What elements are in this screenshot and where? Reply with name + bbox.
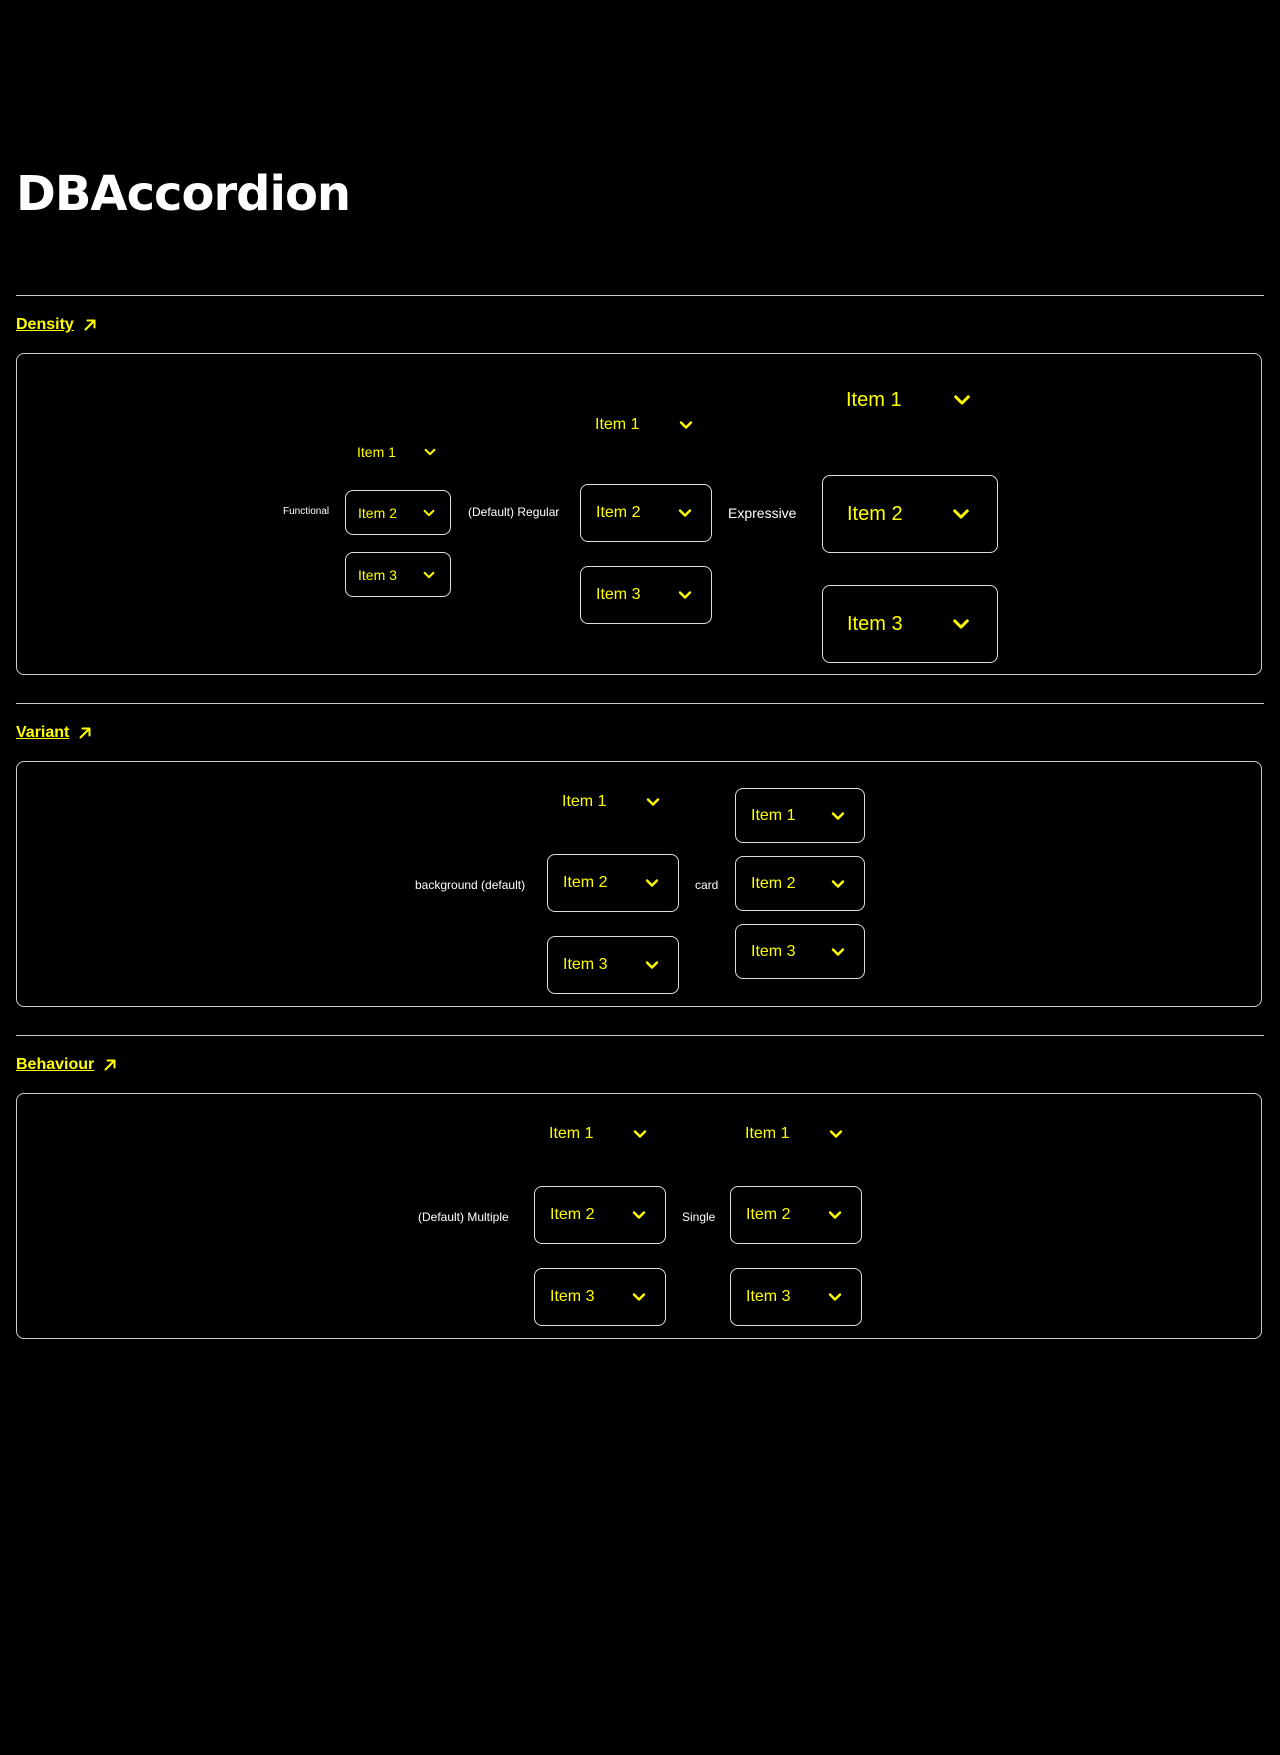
accordion-item[interactable]: Item 1 <box>547 777 679 827</box>
accordion-item-title: Item 3 <box>847 612 903 635</box>
section-divider <box>16 703 1264 704</box>
section-divider <box>16 1035 1264 1036</box>
accordion-item-title: Item 2 <box>746 1206 791 1223</box>
accordion-item[interactable]: Item 1 <box>822 370 998 430</box>
accordion-item-title: Item 1 <box>549 1125 594 1142</box>
section-divider <box>16 295 1264 296</box>
accordion-item-title: Item 2 <box>596 504 641 521</box>
chevron-down-icon <box>424 448 436 456</box>
accordion-item[interactable]: Item 3 <box>345 552 451 597</box>
accordion-item[interactable]: Item 2 <box>534 1186 666 1244</box>
accordion-item[interactable]: Item 3 <box>735 924 865 979</box>
accordion-item[interactable]: Item 1 <box>580 400 712 450</box>
accordion-item[interactable]: Item 1 <box>345 430 451 474</box>
section-link-density[interactable]: Density <box>16 316 98 334</box>
chevron-down-icon <box>645 961 659 969</box>
section-link-variant[interactable]: Variant <box>16 724 93 742</box>
accordion-item[interactable]: Item 1 <box>735 788 865 843</box>
accordion-item-title: Item 3 <box>358 566 397 583</box>
accordion-item-title: Item 3 <box>751 942 796 960</box>
chevron-down-icon <box>831 811 845 820</box>
row-label-functional: Functional <box>283 506 330 517</box>
row-label-regular: (Default) Regular <box>468 505 560 519</box>
chevron-down-icon <box>828 1211 842 1219</box>
chevron-down-icon <box>831 879 845 888</box>
accordion-item-title: Item 2 <box>847 502 903 525</box>
accordion-item[interactable]: Item 2 <box>580 484 712 542</box>
chevron-down-icon <box>645 879 659 887</box>
chevron-down-icon <box>678 509 692 517</box>
row-label-card: card <box>695 878 719 892</box>
section-link-behaviour[interactable]: Behaviour <box>16 1056 118 1074</box>
accordion-item-title: Item 2 <box>563 874 608 891</box>
chevron-down-icon <box>646 798 660 806</box>
row-label-multiple: (Default) Multiple <box>418 1210 509 1224</box>
arrow-up-right-icon <box>104 1059 116 1071</box>
accordion-item[interactable]: Item 3 <box>534 1268 666 1326</box>
arrow-up-right-icon <box>79 727 91 739</box>
row-label-expressive: Expressive <box>728 505 797 521</box>
chevron-down-icon <box>633 1130 647 1138</box>
chevron-down-icon <box>679 421 693 429</box>
accordion-item[interactable]: Item 2 <box>735 856 865 911</box>
accordion-item-title: Item 1 <box>357 444 396 460</box>
accordion-item-title: Item 2 <box>550 1206 595 1223</box>
accordion-item-title: Item 2 <box>751 874 796 892</box>
accordion-item-title: Item 1 <box>846 388 902 411</box>
page-title: DBAccordion <box>16 166 351 222</box>
accordion-item[interactable]: Item 2 <box>822 475 998 553</box>
chevron-down-icon <box>632 1293 646 1301</box>
accordion-item-title: Item 1 <box>562 793 607 810</box>
chevron-down-icon <box>632 1211 646 1219</box>
section-title: Variant <box>16 724 70 741</box>
accordion-item-title: Item 2 <box>358 504 397 521</box>
row-label-background: background (default) <box>415 878 526 892</box>
accordion-item[interactable]: Item 1 <box>730 1109 862 1159</box>
accordion-item[interactable]: Item 3 <box>822 585 998 663</box>
accordion-item-title: Item 1 <box>745 1125 790 1142</box>
accordion-item[interactable]: Item 3 <box>547 936 679 994</box>
accordion-item[interactable]: Item 2 <box>547 854 679 912</box>
row-label-single: Single <box>682 1210 716 1224</box>
chevron-down-icon <box>954 395 970 405</box>
behaviour-example-panel: (Default) Multiple Item 1 Item 2 Item 3 … <box>16 1093 1262 1339</box>
accordion-item-title: Item 3 <box>746 1288 791 1305</box>
accordion-item[interactable]: Item 2 <box>730 1186 862 1244</box>
chevron-down-icon <box>953 619 969 629</box>
accordion-item[interactable]: Item 1 <box>534 1109 666 1159</box>
chevron-down-icon <box>829 1130 843 1138</box>
chevron-down-icon <box>828 1293 842 1301</box>
accordion-item-title: Item 3 <box>563 956 608 973</box>
arrow-up-right-icon <box>84 319 96 331</box>
accordion-item[interactable]: Item 3 <box>730 1268 862 1326</box>
section-title: Behaviour <box>16 1056 95 1073</box>
variant-example-panel: background (default) Item 1 Item 2 Item … <box>16 761 1262 1007</box>
accordion-item-title: Item 3 <box>550 1288 595 1305</box>
section-title: Density <box>16 316 74 333</box>
density-example-panel: Functional Item 1 Item 2 Item 3 (Default… <box>16 353 1262 675</box>
accordion-item[interactable]: Item 3 <box>580 566 712 624</box>
chevron-down-icon <box>831 947 845 956</box>
accordion-item-title: Item 1 <box>751 806 796 824</box>
accordion-item-title: Item 3 <box>596 586 641 603</box>
chevron-down-icon <box>678 591 692 599</box>
accordion-item-title: Item 1 <box>595 416 640 433</box>
chevron-down-icon <box>423 571 435 578</box>
chevron-down-icon <box>423 509 435 516</box>
chevron-down-icon <box>953 509 969 519</box>
accordion-item[interactable]: Item 2 <box>345 490 451 535</box>
